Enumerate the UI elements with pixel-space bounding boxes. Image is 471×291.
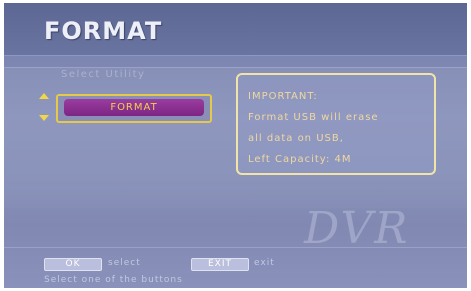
- exit-key-button[interactable]: EXIT: [191, 258, 249, 271]
- info-warning: Format USB will erase: [248, 112, 379, 123]
- footer-bar: OK select EXIT exit Select one of the bu…: [4, 247, 467, 288]
- title-bar: FORMAT: [4, 3, 467, 56]
- osd-screen: FORMAT Select Utility FORMAT IMPORTANT: …: [4, 3, 467, 288]
- info-important: IMPORTANT:: [248, 91, 318, 102]
- format-option-button[interactable]: FORMAT: [56, 94, 212, 123]
- page-title: FORMAT: [44, 17, 163, 45]
- arrow-up-icon[interactable]: [39, 93, 49, 99]
- info-panel: IMPORTANT: Format USB will erase all dat…: [236, 73, 436, 175]
- ok-key-button[interactable]: OK: [44, 258, 102, 271]
- select-utility-label: Select Utility: [61, 69, 146, 80]
- info-capacity: Left Capacity: 4M: [248, 154, 352, 165]
- info-warning-cont: all data on USB,: [248, 133, 344, 144]
- format-option-label: FORMAT: [64, 99, 204, 116]
- ok-key-description: select: [108, 258, 141, 268]
- arrow-down-icon[interactable]: [39, 115, 49, 121]
- footer-hint: Select one of the buttons: [44, 275, 183, 285]
- exit-key-description: exit: [254, 258, 275, 268]
